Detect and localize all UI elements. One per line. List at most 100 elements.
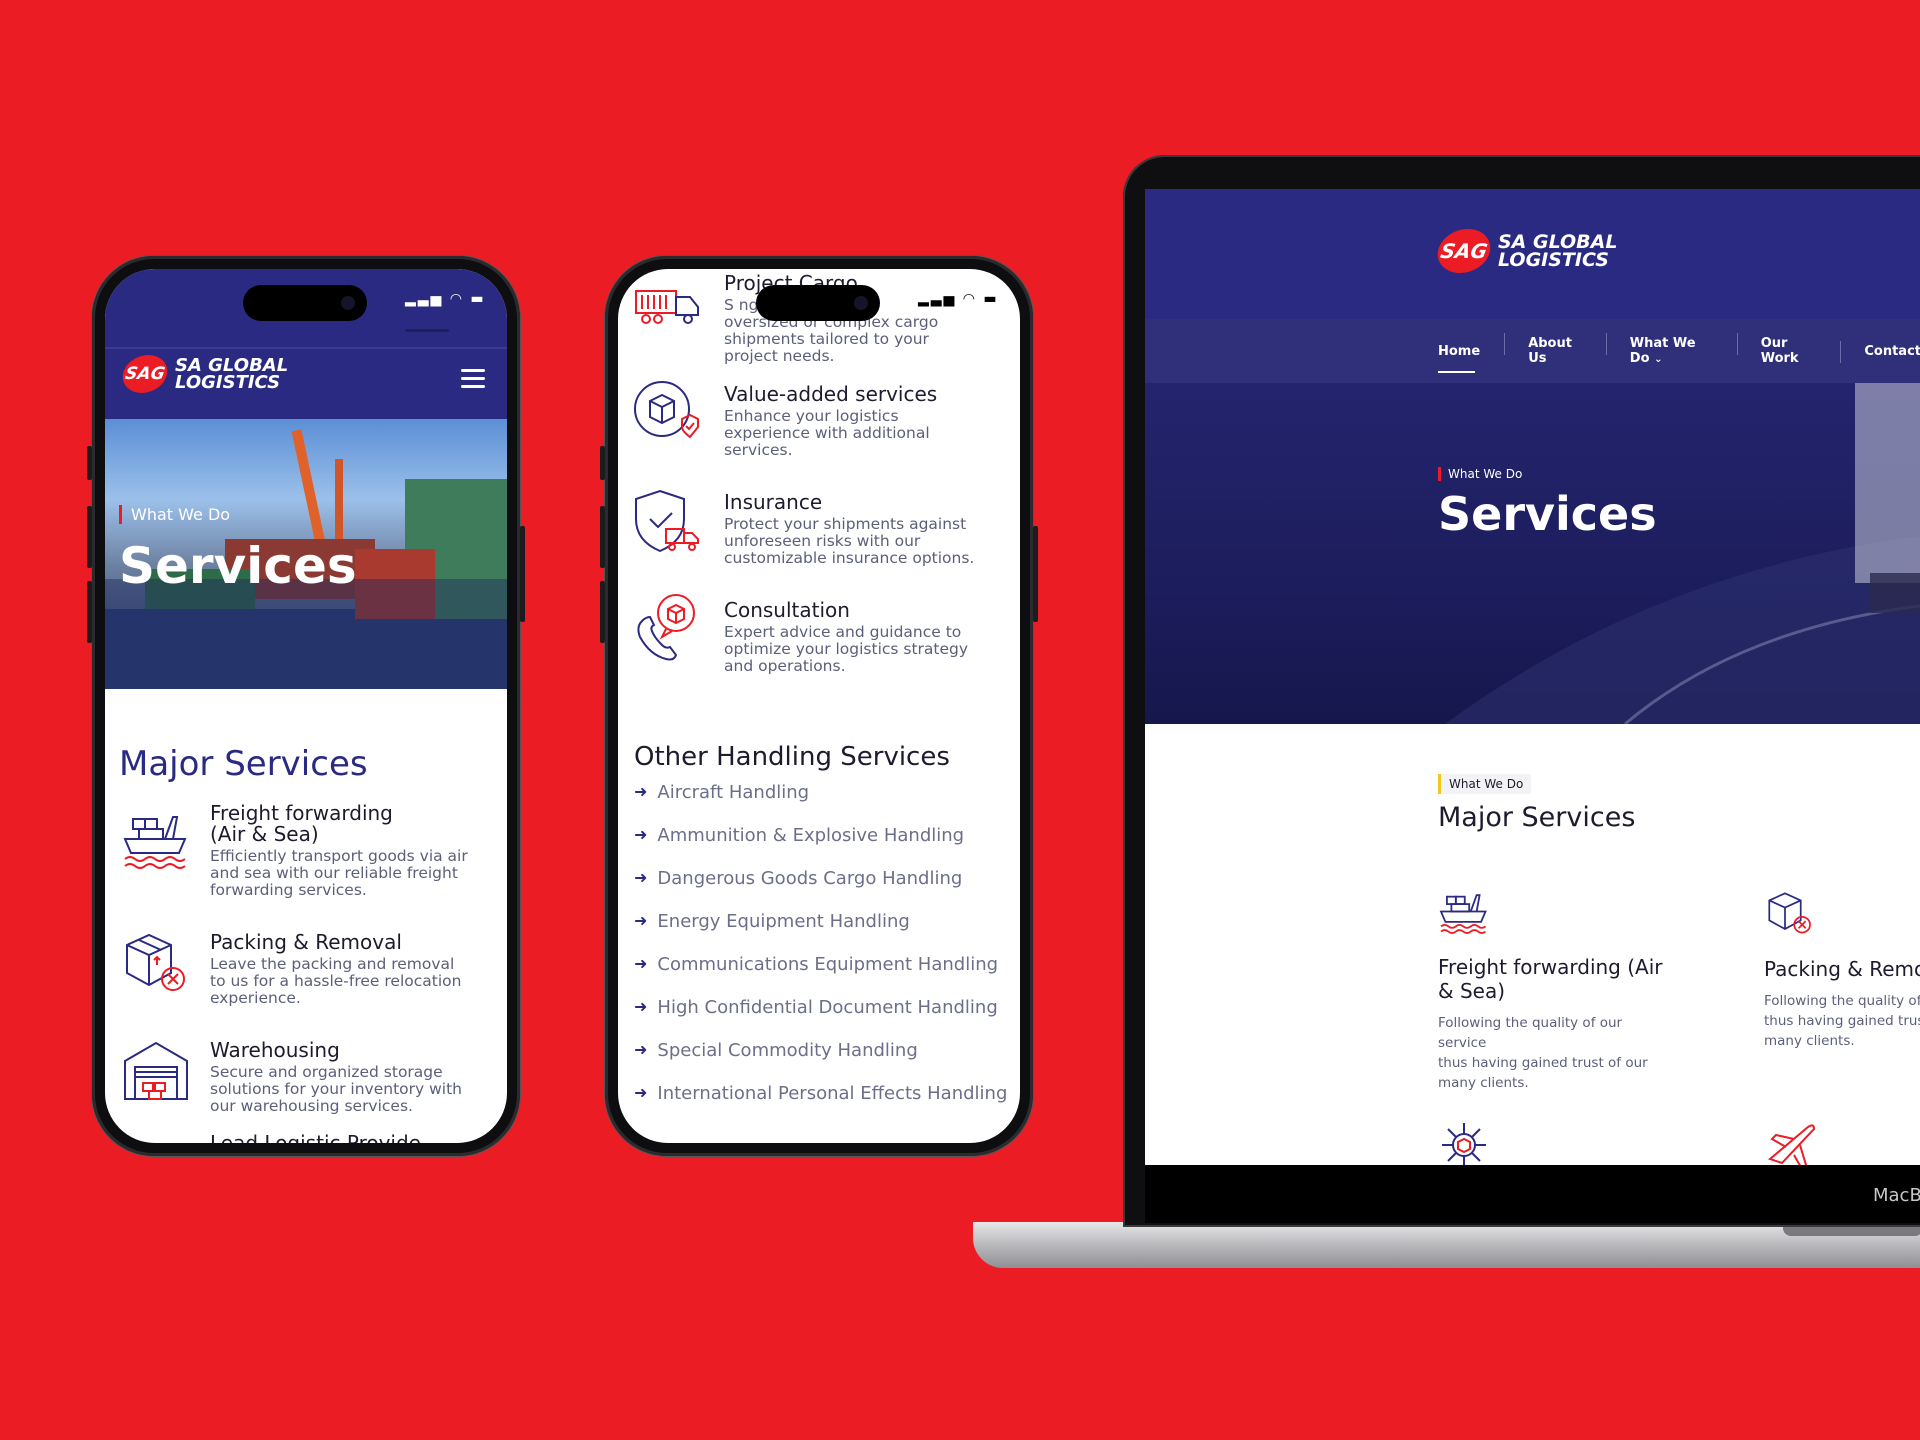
list-item[interactable]: ➜ Energy Equipment Handling [634,911,1007,954]
service-item: Warehousing Secure and organized storage… [210,1040,490,1115]
truck-icon [634,283,704,333]
service-desc: unforeseen risks with our [724,532,921,550]
site-logo[interactable]: SAG SA GLOBAL LOGISTICS [119,355,288,393]
laptop-mockup: SAG SA GLOBAL LOGISTICS Home About Us Wh… [1123,155,1920,1227]
arrow-right-icon: ➜ [634,1040,648,1059]
laptop-screen: SAG SA GLOBAL LOGISTICS Home About Us Wh… [1145,189,1920,1189]
package-shield-icon [632,379,702,445]
chevron-down-icon: ⌄ [1654,354,1663,365]
hero-title: Services [1438,487,1657,541]
service-title: Lead Logistic Provide [210,1131,421,1144]
service-title: Consultation [724,598,850,622]
card-desc: Following the quality of our service [1438,1015,1623,1051]
phone-mockup-left: ▂▃▅ ◠ ▬ SAG SA GLOBAL LOGISTICS What We … [87,256,525,1156]
service-item: Packing & Removal Leave the packing and … [210,932,490,1007]
card-title: Freight forwarding (Air [1438,955,1663,979]
other-services-list: ➜ Aircraft Handling ➜ Ammunition & Explosi… [634,782,1007,1126]
arrow-right-icon: ➜ [634,997,648,1016]
nav-what-we-do-label: What We Do [1629,336,1696,366]
logo-line2: LOGISTICS [175,372,281,393]
status-icons: ▂▃▅ ◠ ▬ [405,291,486,307]
card-desc: thus having gained trust of our [1438,1055,1648,1071]
list-item-label: Communications Equipment Handling [657,954,999,975]
list-item[interactable]: ➜ Aircraft Handling [634,782,1007,825]
service-desc: Secure and organized storage [210,1063,443,1081]
service-desc: and sea with our reliable freight [210,864,458,882]
menu-hamburger-icon[interactable] [461,369,485,393]
service-desc: Protect your shipments against [724,515,967,533]
site-logo[interactable]: SAG SA GLOBAL LOGISTICS [1434,229,1617,273]
service-desc: our warehousing services. [210,1097,413,1115]
service-item: Freight forwarding (Air & Sea) Efficientl… [210,803,490,899]
service-desc: experience. [210,989,301,1007]
service-desc: forwarding services. [210,881,367,899]
main-nav: Home About Us What We Do ⌄ Our Work Cont… [1145,319,1920,383]
list-item-label: Dangerous Goods Cargo Handling [657,868,963,889]
status-icons: ▂▃▅ ◠ ▬ [918,291,999,307]
sag-badge: SAG [119,355,171,393]
list-item-label: Ammunition & Explosive Handling [657,825,965,846]
phone2-screen: ▂▃▅ ◠ ▬ Project Cargo S ng for oversized … [618,269,1020,1143]
nav-contact[interactable]: Contact [1840,340,1920,363]
warehouse-icon [121,1039,191,1107]
list-item[interactable]: ➜ Communications Equipment Handling [634,954,1007,997]
service-desc: project needs. [724,347,835,365]
phone-chat-icon [632,591,702,667]
arrow-right-icon: ➜ [634,868,648,887]
service-desc: to us for a hassle-free relocation [210,972,462,990]
list-item[interactable]: ➜ Dangerous Goods Cargo Handling [634,868,1007,911]
service-desc: experience with additional [724,424,930,442]
logo-line2: LOGISTICS [1498,249,1609,271]
nav-home[interactable]: Home [1438,344,1504,373]
shield-truck-icon [632,487,702,561]
card-title: Packing & Remov [1764,957,1920,981]
nav-what-we-do[interactable]: What We Do ⌄ [1605,333,1737,366]
service-title: Packing & Removal [210,930,402,954]
card-title-l2: & Sea) [1438,979,1506,1003]
ship-icon [1438,889,1668,941]
list-item[interactable]: ➜ International Personal Effects Handling [634,1083,1007,1126]
list-item[interactable]: ➜ Ammunition & Explosive Handling [634,825,1007,868]
service-desc: solutions for your inventory with [210,1080,462,1098]
service-desc: Enhance your logistics [724,407,899,425]
service-item-cut: Lead Logistic Provide [210,1131,490,1144]
service-desc: optimize your logistics strategy [724,640,969,658]
list-item-label: International Personal Effects Handling [657,1083,1008,1104]
service-card[interactable]: Freight forwarding (Air & Sea) Following … [1438,889,1668,1093]
laptop-base [973,1222,1920,1268]
hero-banner: What We Do Services [1145,383,1920,724]
service-desc: Leave the packing and removal [210,955,455,973]
service-title: Value-added services [724,382,938,406]
arrow-right-icon: ➜ [634,782,648,801]
service-desc: customizable insurance options. [724,549,975,567]
phone1-screen: ▂▃▅ ◠ ▬ SAG SA GLOBAL LOGISTICS What We … [105,269,507,1143]
laptop-chin [1145,1165,1920,1223]
hero-banner: What We Do Services [105,419,507,689]
list-item-label: High Confidential Document Handling [657,997,998,1018]
nav-our-work[interactable]: Our Work [1736,333,1841,366]
list-item[interactable]: ➜ Special Commodity Handling [634,1040,1007,1083]
arrow-right-icon: ➜ [634,825,648,844]
service-desc: Efficiently transport goods via air [210,847,468,865]
arrow-right-icon: ➜ [634,954,648,973]
service-card[interactable]: Packing & Remov Following the quality of… [1764,889,1920,1051]
nav-about[interactable]: About Us [1504,333,1606,366]
arrow-right-icon: ➜ [634,1083,648,1102]
list-item-label: Energy Equipment Handling [657,911,910,932]
section-title: Major Services [119,744,368,784]
service-title: Warehousing [210,1038,340,1062]
sag-badge: SAG [1434,229,1494,273]
ship-icon [121,809,191,877]
list-item[interactable]: ➜ High Confidential Document Handling [634,997,1007,1040]
section-tag: What We Do [1438,774,1532,794]
service-item: Insurance Protect your shipments against… [724,492,1014,567]
laptop-brand-label: MacB [1873,1185,1920,1206]
service-title-l2: (Air & Sea) [210,822,319,846]
hero-eyebrow: What We Do [1438,467,1522,481]
hero-title: Services [119,537,357,595]
card-desc: Following the quality of o [1764,993,1920,1009]
service-title: Insurance [724,490,823,514]
service-desc: Expert advice and guidance to [724,623,962,641]
hero-eyebrow: What We Do [119,505,230,524]
box-icon [121,929,191,1003]
